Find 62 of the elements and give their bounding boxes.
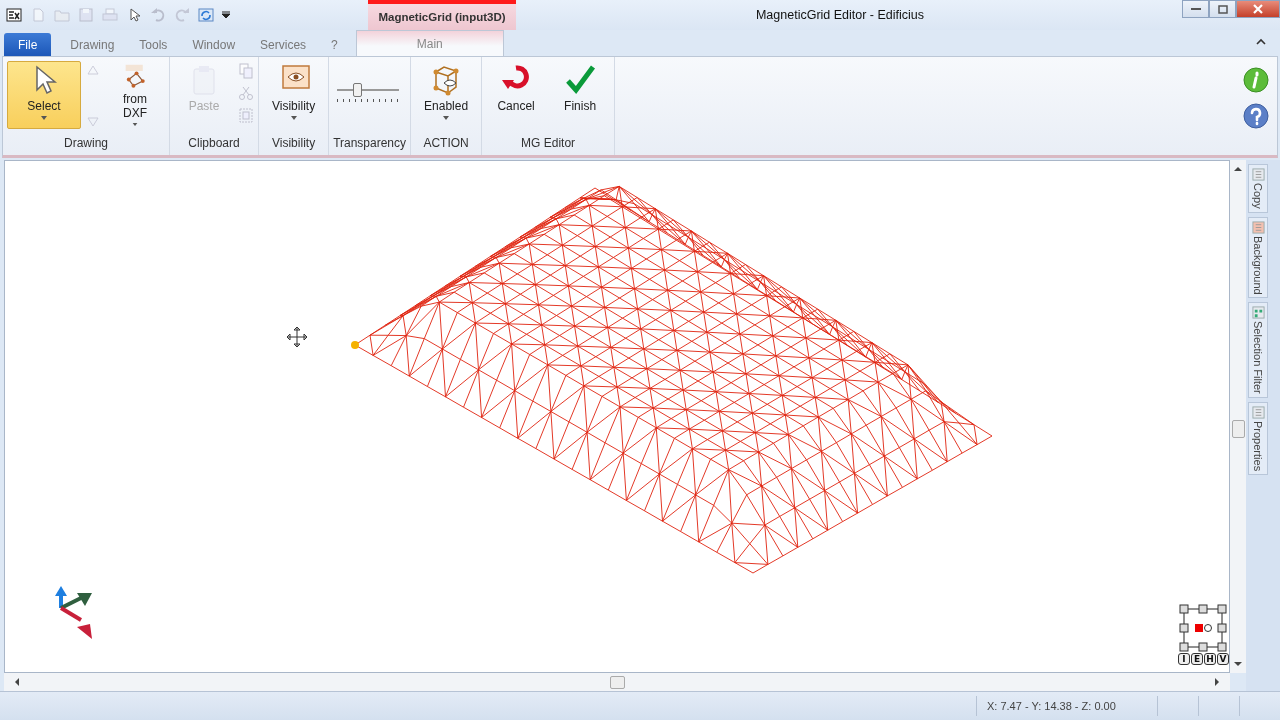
- ribbon-button[interactable]: Enabled: [415, 61, 478, 129]
- scroll-thumb[interactable]: [610, 676, 625, 689]
- minimize-icon: [1190, 7, 1201, 11]
- caret-icon: [132, 122, 138, 126]
- app-icon[interactable]: [6, 7, 22, 23]
- window-title: MagneticGrid Editor - Edificius: [754, 8, 926, 22]
- group-label: Visibility: [271, 135, 317, 152]
- group-label: Transparency: [333, 135, 407, 152]
- minimize-button[interactable]: [1182, 0, 1209, 18]
- ribbon-tab[interactable]: ?: [320, 33, 349, 56]
- group-label: Drawing: [63, 135, 109, 152]
- info-icon[interactable]: [1243, 67, 1269, 93]
- file-menu-button[interactable]: File: [4, 33, 52, 56]
- group-label: MG Editor: [520, 135, 577, 152]
- coordinates-readout: X: 7.47 - Y: 14.38 - Z: 0.00: [976, 696, 1157, 716]
- dropdown-icon[interactable]: [222, 11, 230, 19]
- maximize-button[interactable]: [1209, 0, 1236, 18]
- collapse-ribbon-icon[interactable]: [1256, 38, 1266, 46]
- caret-icon: [290, 116, 297, 120]
- image-icon: [1251, 220, 1265, 234]
- view-mode-button[interactable]: E: [1191, 653, 1203, 665]
- side-panel-tab[interactable]: Properties: [1248, 402, 1268, 476]
- ribbon-button[interactable]: Select: [7, 61, 81, 129]
- scroll-thumb[interactable]: [1232, 420, 1245, 438]
- ribbon-tab[interactable]: Drawing: [59, 33, 126, 56]
- side-panel-tab[interactable]: Selection Filter: [1248, 302, 1268, 399]
- document-icon: [1251, 406, 1265, 420]
- ribbon-button[interactable]: Finish: [550, 61, 611, 129]
- ribbon-tab[interactable]: Tools: [128, 33, 179, 56]
- view-mode-button[interactable]: H: [1204, 653, 1216, 665]
- drawing-canvas[interactable]: I E H V: [4, 160, 1230, 673]
- horizontal-scrollbar[interactable]: [4, 673, 1230, 691]
- ribbon-button[interactable]: Cancel: [486, 61, 547, 129]
- view-cube-icon: [1179, 604, 1227, 652]
- move-cursor-icon: [286, 326, 308, 348]
- ribbon-tab[interactable]: Window: [181, 33, 247, 56]
- checklist-icon: [1251, 306, 1265, 320]
- maximize-icon: [1217, 4, 1228, 14]
- axes-icon: [55, 586, 92, 639]
- group-label: ACTION: [422, 135, 470, 152]
- contextual-tab-header: MagneticGrid (input3D): [368, 0, 516, 30]
- scroll-left-icon[interactable]: [14, 678, 20, 686]
- view-mode-button[interactable]: I: [1178, 653, 1190, 665]
- scroll-up-icon[interactable]: [1234, 166, 1242, 172]
- group-label: Clipboard: [187, 135, 241, 152]
- help-icon[interactable]: [1243, 103, 1269, 129]
- ribbon-button[interactable]: from DXF: [105, 61, 165, 129]
- side-panel-tab[interactable]: Copy: [1248, 164, 1268, 213]
- side-panel-tab[interactable]: Background: [1248, 216, 1268, 299]
- caret-icon: [41, 116, 47, 120]
- vertical-scrollbar[interactable]: [1230, 160, 1246, 673]
- ribbon-tab[interactable]: Services: [249, 33, 318, 56]
- refresh-icon[interactable]: [198, 7, 214, 23]
- scroll-right-icon[interactable]: [1214, 678, 1220, 686]
- caret-icon: [443, 116, 450, 120]
- view-mode-button[interactable]: V: [1217, 653, 1229, 665]
- grid-icon: [1251, 168, 1265, 181]
- ribbon-button[interactable]: Visibility: [263, 61, 325, 129]
- scroll-down-icon[interactable]: [1234, 661, 1242, 667]
- close-button[interactable]: [1236, 0, 1280, 18]
- close-icon: [1253, 4, 1263, 14]
- checkmark-icon: [564, 64, 597, 96]
